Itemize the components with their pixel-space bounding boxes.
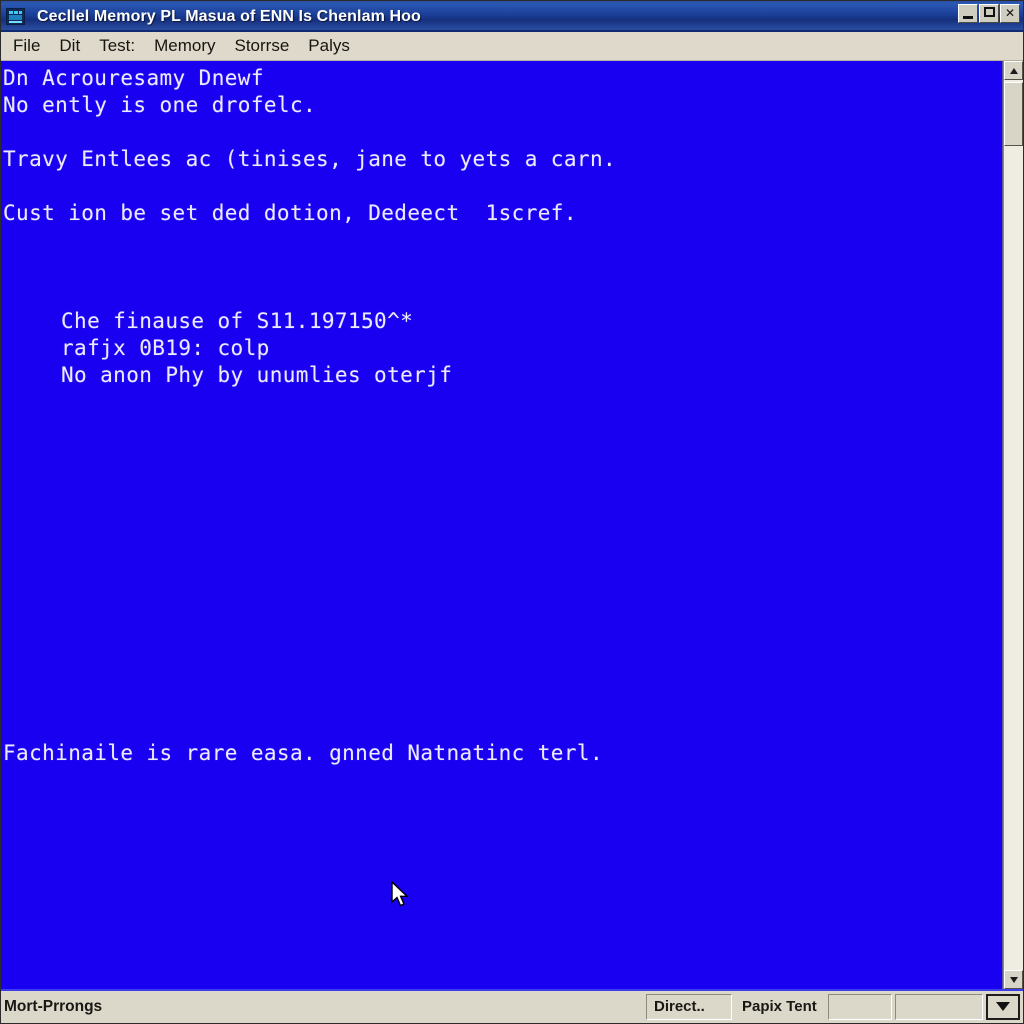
terminal-line: No ently is one drofelc. xyxy=(3,93,317,117)
mouse-cursor xyxy=(391,881,409,907)
menu-item-dit[interactable]: Dit xyxy=(51,34,91,59)
terminal-line: Travy Entlees ac (tinises, jane to yets … xyxy=(3,147,617,171)
terminal-line: Dn Acrouresamy Dnewf xyxy=(3,66,264,90)
scrollbar-thumb[interactable] xyxy=(1004,82,1023,146)
terminal-line-list: Dn Acrouresamy Dnewf No ently is one drof… xyxy=(1,65,1002,767)
title-bar[interactable]: Cecllel Memory PL Masua of ENN Is Chenla… xyxy=(1,1,1023,32)
application-window: Cecllel Memory PL Masua of ENN Is Chenla… xyxy=(0,0,1024,1024)
status-bar: Mort-Prrongs Direct.. Papix Tent xyxy=(1,989,1023,1023)
scrollbar-track[interactable] xyxy=(1004,80,1023,970)
terminal-line: Cust ion be set ded dotion, Dedeect 1scr… xyxy=(3,201,577,225)
maximize-button[interactable] xyxy=(979,4,999,23)
content-area: Dn Acrouresamy Dnewf No ently is one drof… xyxy=(1,61,1023,989)
status-panel-papix-tent: Papix Tent xyxy=(742,998,817,1015)
menu-item-file[interactable]: File xyxy=(5,34,51,59)
scroll-up-arrow-icon[interactable] xyxy=(1004,61,1023,80)
window-controls: ✕ xyxy=(958,4,1020,23)
menu-item-memory[interactable]: Memory xyxy=(146,34,226,59)
window-title: Cecllel Memory PL Masua of ENN Is Chenla… xyxy=(37,7,421,25)
menu-item-storrse[interactable]: Storrse xyxy=(227,34,301,59)
terminal-line: rafjx 0B19: colp xyxy=(61,336,270,360)
status-message: Mort-Prrongs xyxy=(4,997,103,1015)
minimize-button[interactable] xyxy=(958,4,978,23)
menu-bar: File Dit Test: Memory Storrse Palys xyxy=(1,32,1023,61)
close-button[interactable]: ✕ xyxy=(1000,4,1020,23)
status-panel-direct[interactable]: Direct.. xyxy=(646,993,732,1020)
status-panel-empty-2 xyxy=(895,993,983,1020)
terminal-line: Fachinaile is rare easa. gnned Natnatinc… xyxy=(3,741,603,765)
terminal-line: Che finause of S11.197150^* xyxy=(61,309,414,333)
app-icon xyxy=(6,8,25,25)
menu-item-test[interactable]: Test: xyxy=(91,34,146,59)
terminal-line: No anon Phy by unumlies oterjf xyxy=(61,363,453,387)
chevron-down-icon[interactable] xyxy=(986,993,1020,1020)
scroll-down-arrow-icon[interactable] xyxy=(1004,970,1023,989)
vertical-scrollbar[interactable] xyxy=(1003,61,1023,989)
menu-item-palys[interactable]: Palys xyxy=(300,34,361,59)
terminal-output[interactable]: Dn Acrouresamy Dnewf No ently is one drof… xyxy=(1,61,1003,989)
status-panel-empty-1 xyxy=(828,993,892,1020)
